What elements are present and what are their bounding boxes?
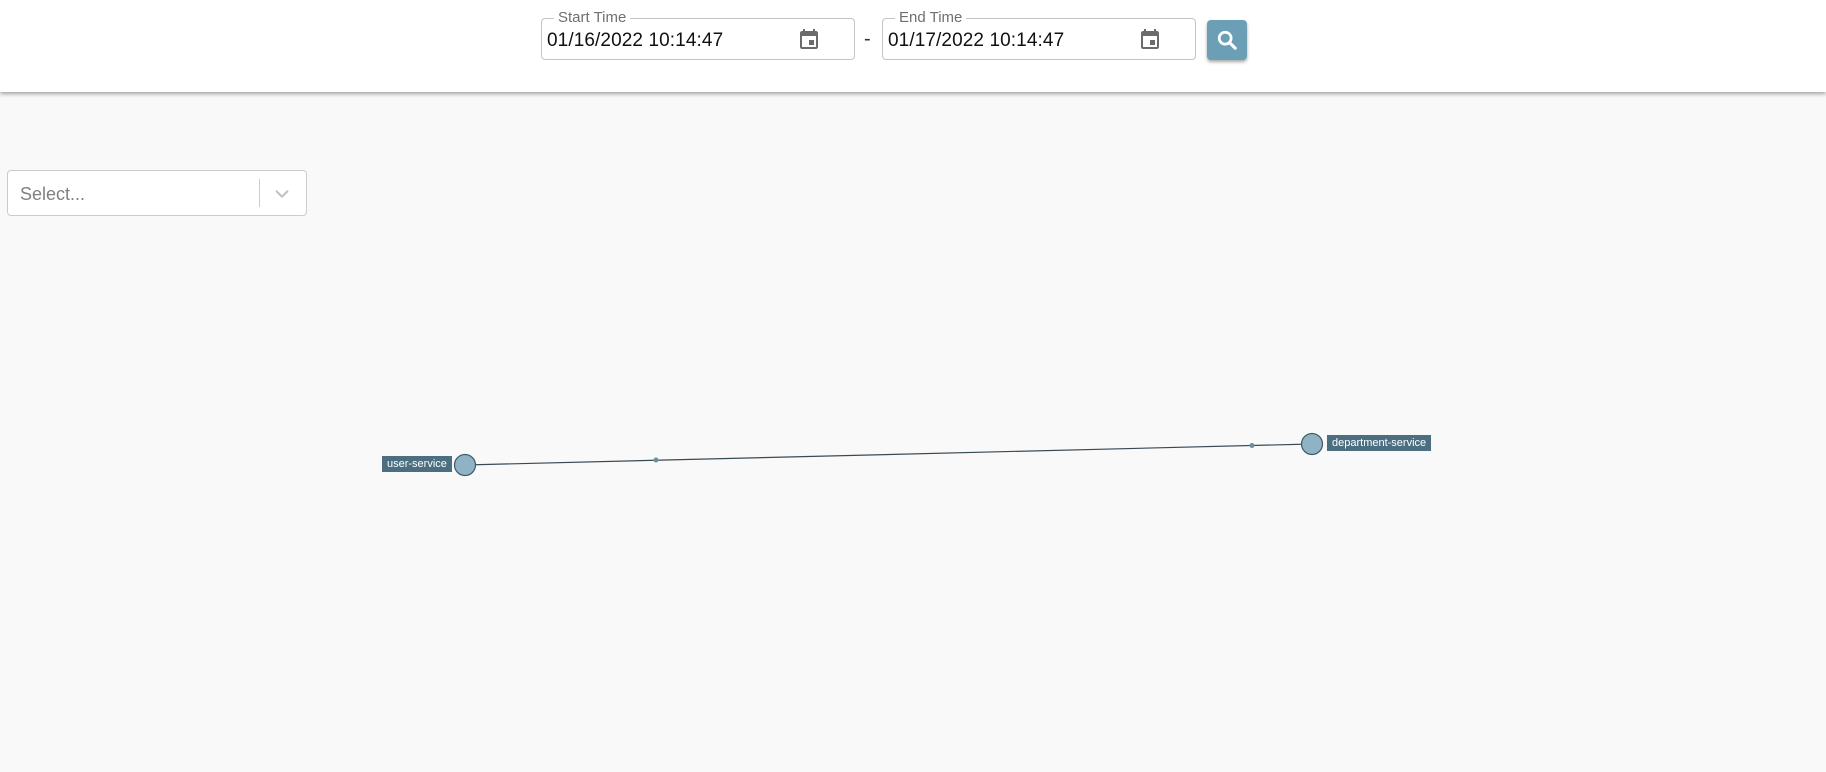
start-time-label: Start Time	[554, 9, 631, 27]
date-range-separator: -	[864, 28, 871, 50]
calendar-icon[interactable]	[1138, 28, 1162, 52]
end-time-value[interactable]: 01/17/2022 10:14:47	[888, 30, 1064, 52]
end-time-label: End Time	[895, 9, 967, 27]
start-time-field[interactable]: Start Time 01/16/2022 10:14:47	[541, 9, 855, 60]
end-time-field[interactable]: End Time 01/17/2022 10:14:47	[882, 9, 1196, 60]
node-label-user-service[interactable]: user-service	[382, 456, 452, 472]
edge-waypoint	[1249, 443, 1255, 448]
graph-node-department-service[interactable]	[1300, 432, 1324, 456]
node-label-department-service[interactable]: department-service	[1327, 435, 1432, 451]
top-toolbar: Start Time 01/16/2022 10:14:47 - End Tim…	[0, 0, 1826, 92]
graph-node-user-service[interactable]	[453, 453, 477, 477]
graph-edge[interactable]	[464, 443, 1313, 466]
search-button[interactable]	[1207, 20, 1247, 60]
start-time-value[interactable]: 01/16/2022 10:14:47	[547, 30, 723, 52]
edge-waypoint	[653, 457, 659, 463]
calendar-icon[interactable]	[797, 28, 821, 52]
service-graph	[453, 432, 1324, 477]
